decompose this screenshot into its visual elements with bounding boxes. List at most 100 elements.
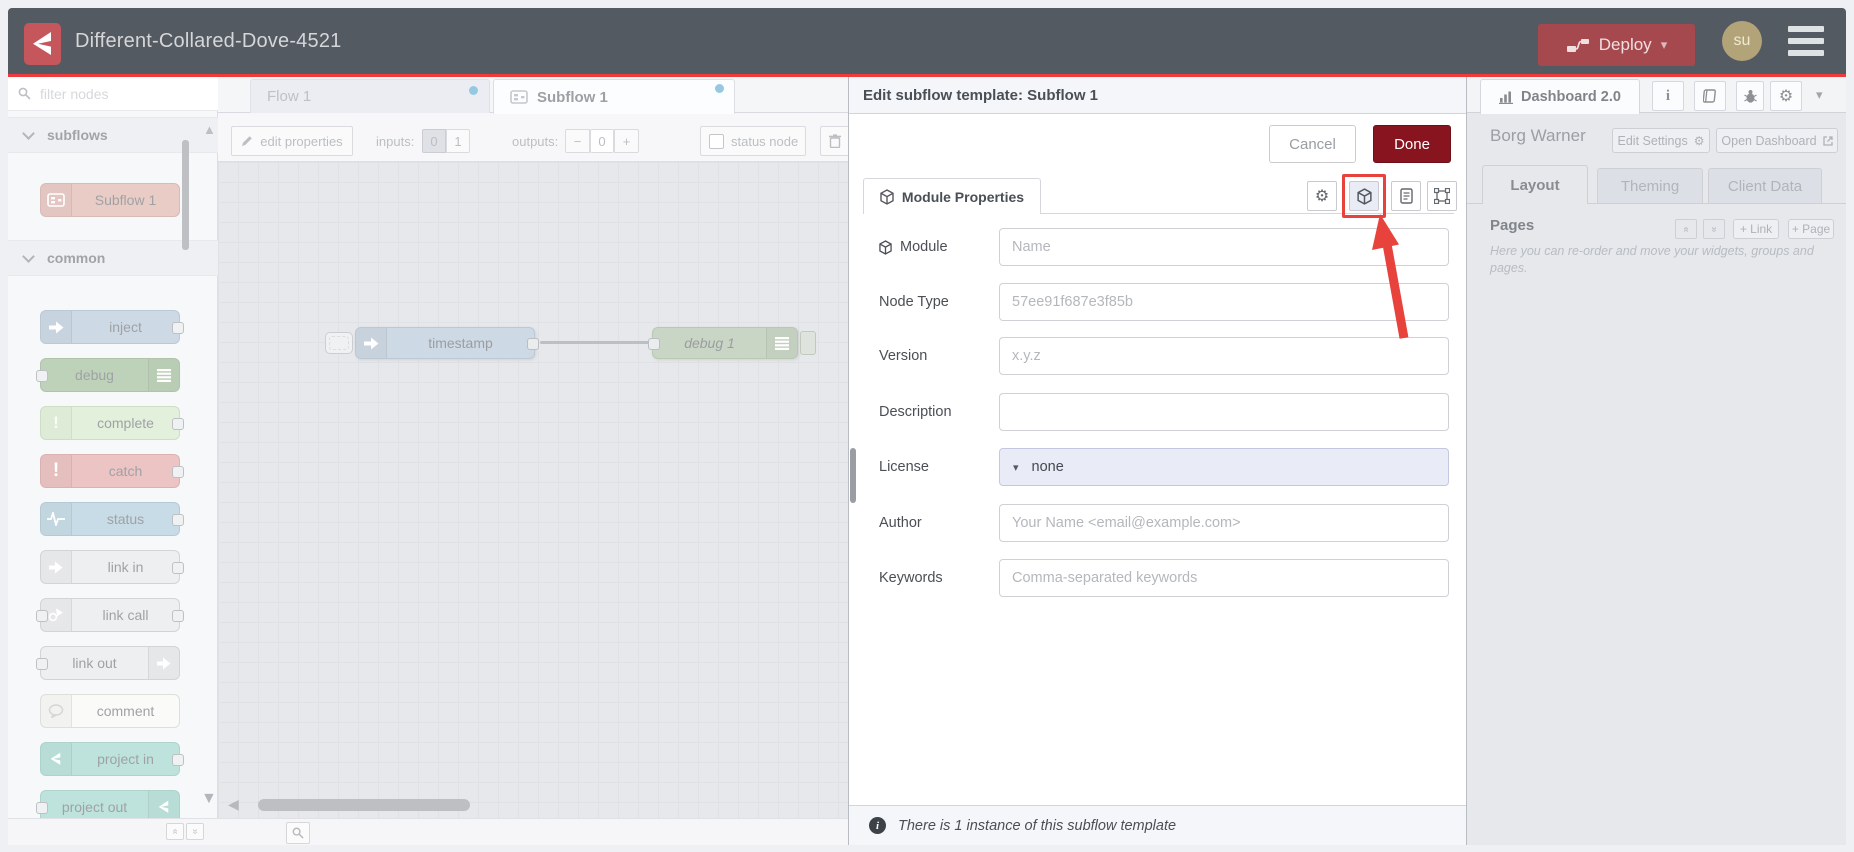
subflow-icon (41, 184, 72, 216)
info-panel-button[interactable]: i (1652, 81, 1684, 111)
cube-icon (879, 239, 892, 255)
version-input[interactable] (999, 337, 1449, 375)
palette-scroll-up-icon[interactable]: ▲ (203, 123, 216, 136)
palette-node-link-out[interactable]: link out (36, 646, 180, 680)
inputs-1-button[interactable]: 1 (446, 129, 470, 153)
pencil-icon (242, 136, 253, 146)
node-output-port (172, 562, 184, 574)
node-label: debug (75, 367, 114, 383)
palette-collapse-all-button[interactable]: « (166, 823, 184, 840)
add-link-button[interactable]: + Link (1733, 219, 1779, 239)
palette-scroll-down-icon[interactable]: ▼ (201, 791, 217, 807)
app-window: Different-Collared-Dove-4521 Deploy ▾ su… (0, 0, 1854, 852)
palette-node-status[interactable]: status (40, 502, 184, 536)
config-panel-button[interactable]: ⚙ (1770, 81, 1802, 111)
cancel-button[interactable]: Cancel (1269, 125, 1356, 163)
canvas-hscrollbar-thumb[interactable] (258, 799, 470, 811)
canvas-vscrollbar-thumb[interactable] (850, 448, 856, 503)
palette-node-debug[interactable]: debug (36, 358, 180, 392)
node-label: timestamp (428, 335, 493, 351)
pages-move-down-button[interactable]: » (1703, 219, 1725, 239)
gear-icon: ⚙ (1778, 88, 1794, 105)
sidebar-menu-caret-icon[interactable]: ▾ (1816, 87, 1823, 103)
deploy-icon (1566, 38, 1589, 52)
appearance-tab-button[interactable] (1427, 181, 1457, 211)
button-label: 1 (454, 133, 462, 149)
user-avatar[interactable]: su (1722, 21, 1762, 61)
node-output-port (172, 514, 184, 526)
subflow-input-stub[interactable] (325, 332, 353, 354)
palette-node-comment[interactable]: comment (40, 694, 180, 728)
main-menu-button[interactable] (1788, 26, 1824, 56)
debug-panel-button[interactable] (1736, 81, 1764, 111)
dialog-title: Edit subflow template: Subflow 1 (849, 77, 1466, 114)
description-tab-button[interactable] (1391, 181, 1421, 211)
project-name-text: Borg Warner (1490, 126, 1586, 145)
palette-node-link-call[interactable]: link call (36, 598, 184, 632)
tab-client-data[interactable]: Client Data (1708, 168, 1822, 203)
palette-node-project-in[interactable]: project in (40, 742, 184, 776)
add-page-button[interactable]: + Page (1788, 219, 1834, 239)
help-panel-button[interactable] (1694, 81, 1726, 111)
tab-theming[interactable]: Theming (1597, 168, 1703, 203)
palette-node-catch[interactable]: ! catch (40, 454, 184, 488)
author-input[interactable] (999, 504, 1449, 542)
node-output-port[interactable] (527, 338, 539, 350)
canvas-zoom-search-button[interactable] (286, 822, 310, 844)
node-label: link in (107, 559, 144, 575)
inject-icon (356, 328, 387, 358)
node-type-input[interactable] (999, 283, 1449, 321)
checkbox-icon (709, 133, 724, 149)
delete-subflow-button[interactable] (820, 126, 850, 156)
outputs-decrease-button[interactable]: − (565, 129, 590, 153)
tab-dashboard-2[interactable]: Dashboard 2.0 (1480, 79, 1640, 114)
edit-properties-button[interactable]: edit properties (231, 126, 353, 156)
palette-node-inject[interactable]: inject (40, 310, 184, 344)
deploy-button[interactable]: Deploy ▾ (1538, 24, 1695, 66)
tab-layout[interactable]: Layout (1482, 165, 1588, 204)
appearance-frame-icon (1434, 188, 1450, 204)
status-node-checkbox[interactable]: status node (700, 126, 806, 156)
keywords-input[interactable] (999, 559, 1449, 597)
canvas-node-debug-1[interactable]: debug 1 (648, 327, 798, 359)
done-button[interactable]: Done (1373, 125, 1451, 163)
open-dashboard-button[interactable]: Open Dashboard (1716, 128, 1838, 153)
pages-move-up-button[interactable]: « (1675, 219, 1697, 239)
canvas-grid[interactable]: timestamp debug 1 (218, 162, 848, 818)
node-label: project in (97, 751, 154, 767)
double-chevron-up-icon: « (1680, 226, 1692, 232)
debug-enable-toggle[interactable] (800, 331, 816, 355)
exclamation-icon: ! (41, 455, 72, 487)
wire (540, 341, 652, 344)
canvas-scroll-left-icon[interactable]: ◀ (228, 797, 239, 811)
pages-help-text: Here you can re-order and move your widg… (1490, 244, 1814, 275)
edit-properties-tab-button[interactable]: ⚙ (1307, 181, 1337, 211)
section-label: subflows (47, 127, 108, 143)
palette-node-complete[interactable]: ! complete (40, 406, 184, 440)
inputs-0-button[interactable]: 0 (422, 129, 446, 153)
deploy-caret-icon[interactable]: ▾ (1661, 37, 1668, 53)
tab-subflow-1[interactable]: Subflow 1 (493, 79, 735, 114)
palette-expand-all-button[interactable]: » (186, 823, 204, 840)
palette-node-link-in[interactable]: link in (40, 550, 184, 584)
edit-subflow-dialog: Edit subflow template: Subflow 1 Cancel … (848, 77, 1467, 845)
module-input[interactable] (999, 228, 1449, 266)
gear-icon: ⚙ (1314, 188, 1330, 205)
description-input[interactable] (999, 393, 1449, 431)
edit-settings-button[interactable]: Edit Settings ⚙ (1612, 128, 1710, 153)
button-label: + Link (1739, 222, 1773, 236)
outputs-label: outputs: (512, 133, 559, 149)
palette-filter[interactable] (8, 77, 218, 111)
field-label-module: Module (879, 228, 994, 266)
palette-filter-input[interactable] (38, 84, 192, 103)
canvas-node-timestamp[interactable]: timestamp (355, 327, 539, 359)
module-properties-tab-button[interactable] (1349, 181, 1379, 211)
license-select[interactable]: ▾ none (999, 448, 1449, 486)
palette-scrollbar-thumb[interactable] (182, 140, 189, 250)
palette-node-subflow-1[interactable]: Subflow 1 (40, 183, 180, 217)
tab-flow-1[interactable]: Flow 1 (250, 79, 490, 113)
node-input-port[interactable] (648, 338, 660, 350)
outputs-increase-button[interactable]: + (614, 129, 639, 153)
outputs-count-field[interactable]: 0 (590, 129, 614, 153)
tab-module-properties[interactable]: Module Properties (863, 178, 1041, 214)
